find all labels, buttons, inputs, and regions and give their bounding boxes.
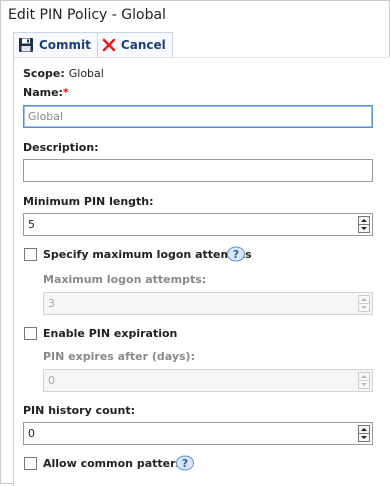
svg-text:?: ? — [233, 248, 239, 261]
expires-after-spinner[interactable] — [358, 372, 370, 389]
floppy-disk-icon — [19, 38, 33, 52]
name-field[interactable]: Global — [23, 105, 373, 128]
spin-up-button[interactable] — [358, 425, 370, 434]
max-logon-spinner[interactable] — [358, 295, 370, 312]
expires-after-value: 0 — [48, 374, 55, 387]
commit-button[interactable]: Commit — [14, 33, 97, 57]
arrow-up-icon — [361, 298, 367, 301]
spin-up-button[interactable] — [358, 295, 370, 304]
title-bar: Edit PIN Policy - Global — [1, 1, 389, 31]
window-title: Edit PIN Policy - Global — [8, 7, 166, 23]
common-patterns-checkbox[interactable] — [24, 457, 37, 470]
min-length-label: Minimum PIN length: — [23, 195, 154, 208]
arrow-down-icon — [361, 227, 367, 230]
history-value: 0 — [28, 427, 35, 440]
expires-after-label: PIN expires after (days): — [43, 350, 195, 363]
pin-expiration-checkbox-label[interactable]: Enable PIN expiration — [43, 327, 177, 340]
arrow-down-icon — [361, 306, 367, 309]
arrow-down-icon — [361, 383, 367, 386]
max-logon-checkbox-label[interactable]: Specify maximum logon attempts — [43, 248, 252, 261]
cancel-label: Cancel — [120, 38, 166, 52]
toolbar: Commit Cancel — [13, 32, 173, 58]
common-patterns-checkbox-label[interactable]: Allow common patterns — [43, 457, 190, 470]
description-label: Description: — [23, 141, 99, 154]
description-field[interactable] — [23, 159, 373, 182]
required-marker: * — [62, 86, 69, 99]
cancel-button[interactable]: Cancel — [96, 33, 172, 57]
name-label: Name: — [23, 86, 63, 99]
scope-value: Global — [68, 67, 104, 80]
form-panel: Scope: Global Name:* Global Description: … — [13, 57, 390, 486]
max-logon-label: Maximum logon attempts: — [43, 273, 207, 286]
arrow-up-icon — [361, 219, 367, 222]
spin-up-button[interactable] — [358, 372, 370, 381]
max-logon-stepper[interactable]: 3 — [43, 292, 373, 315]
commit-label: Commit — [39, 38, 91, 52]
history-stepper[interactable]: 0 — [23, 422, 373, 445]
min-length-spinner[interactable] — [358, 216, 370, 233]
spin-down-button[interactable] — [358, 225, 370, 233]
history-spinner[interactable] — [358, 425, 370, 442]
expires-after-stepper[interactable]: 0 — [43, 369, 373, 392]
spin-up-button[interactable] — [358, 216, 370, 225]
red-x-icon — [102, 38, 116, 52]
max-logon-value: 3 — [48, 297, 55, 310]
min-length-stepper[interactable]: 5 — [23, 213, 373, 236]
scope-row: Scope: Global — [23, 67, 104, 80]
scope-label: Scope: — [23, 67, 65, 80]
spin-down-button[interactable] — [358, 304, 370, 312]
max-logon-checkbox[interactable] — [24, 248, 37, 261]
svg-text:?: ? — [182, 457, 188, 470]
arrow-up-icon — [361, 428, 367, 431]
spin-down-button[interactable] — [358, 434, 370, 442]
edit-pin-policy-window: Edit PIN Policy - Global Commit Cancel S… — [0, 0, 390, 486]
arrow-up-icon — [361, 375, 367, 378]
history-label: PIN history count: — [23, 404, 135, 417]
min-length-value: 5 — [28, 218, 35, 231]
name-label-row: Name:* — [23, 86, 69, 99]
pin-expiration-checkbox[interactable] — [24, 327, 37, 340]
question-mark-help-icon[interactable]: ? — [226, 246, 246, 262]
question-mark-help-icon[interactable]: ? — [175, 455, 195, 471]
spin-down-button[interactable] — [358, 381, 370, 389]
arrow-down-icon — [361, 436, 367, 439]
